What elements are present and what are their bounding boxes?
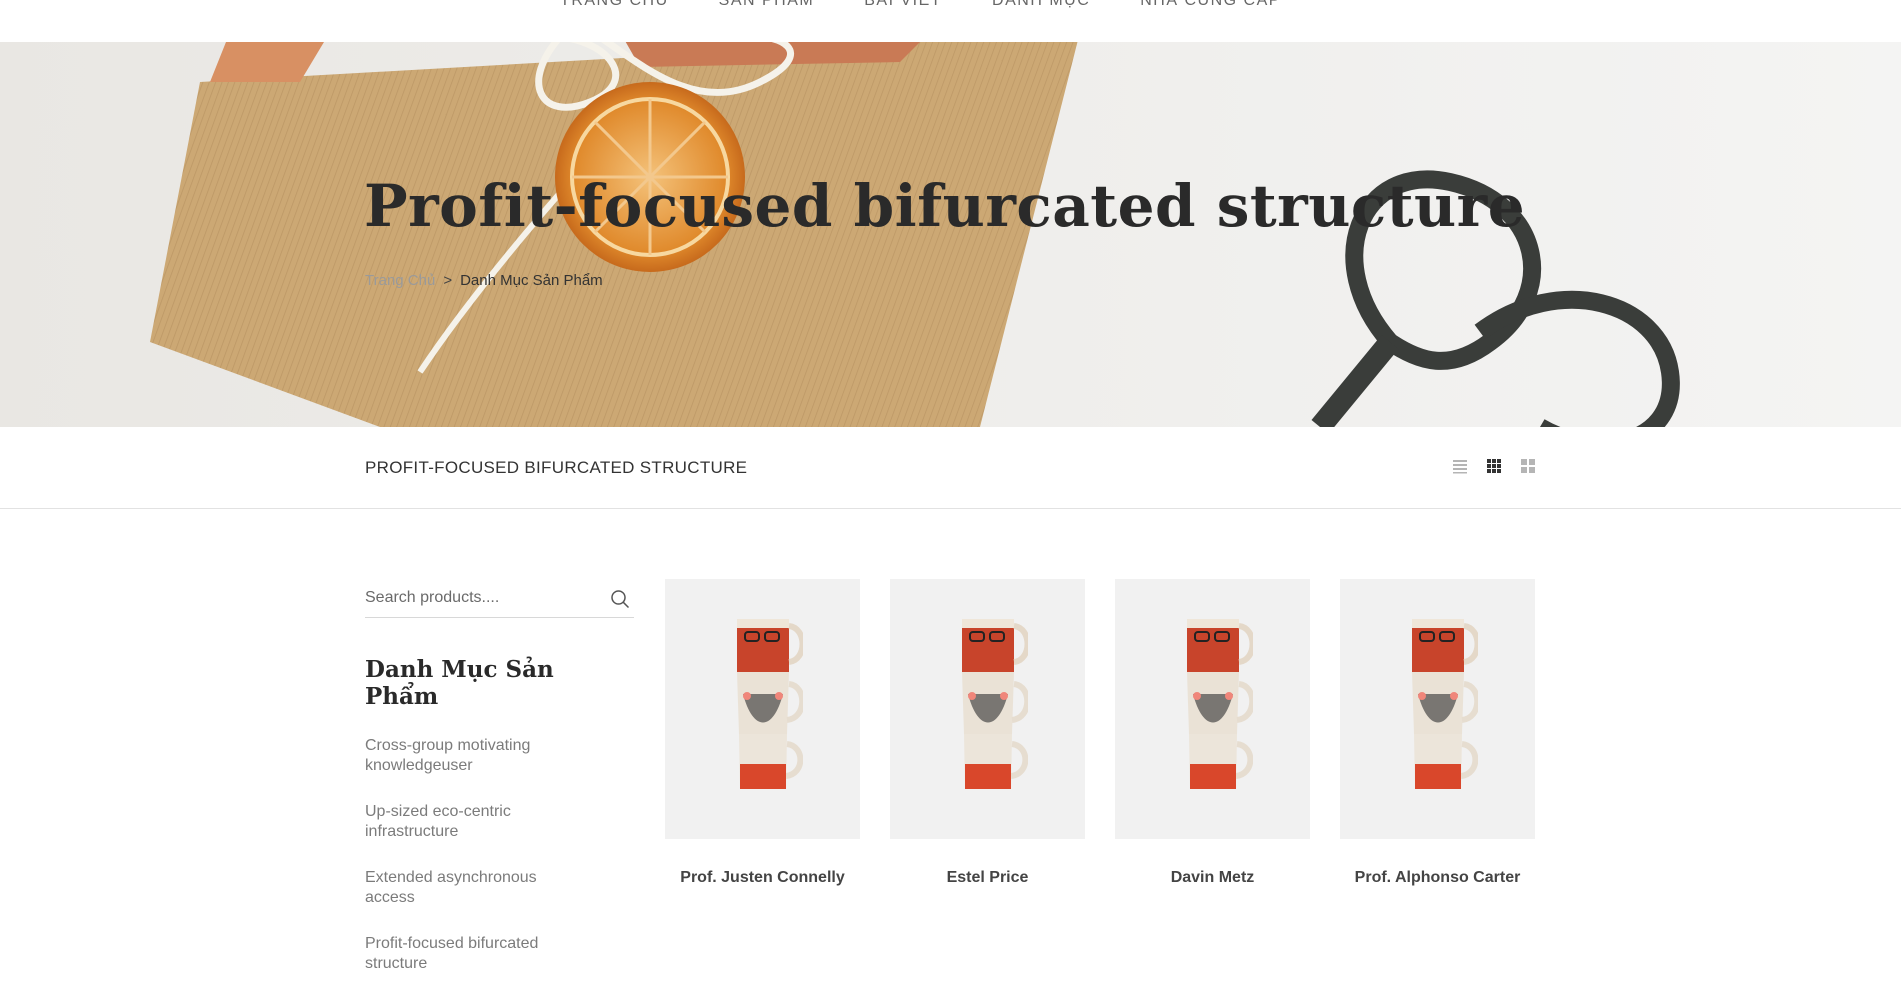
product-image[interactable] xyxy=(665,579,860,839)
nav-item-san-pham[interactable]: SẢN PHẨM xyxy=(719,0,815,34)
mug-stack-image xyxy=(1186,619,1253,789)
nav-item-bai-viet[interactable]: BÀI VIẾT xyxy=(864,0,942,34)
product-card[interactable]: Estel Price xyxy=(890,579,1085,887)
product-name[interactable]: Prof. Alphonso Carter xyxy=(1340,869,1535,887)
search-input[interactable] xyxy=(365,580,595,616)
search-icon[interactable] xyxy=(610,589,630,609)
category-list: Cross-group motivating knowledgeuser Up-… xyxy=(365,736,634,974)
product-card[interactable]: Davin Metz xyxy=(1115,579,1310,887)
category-item[interactable]: Up-sized eco-centric infrastructure xyxy=(365,802,585,842)
list-view-icon[interactable] xyxy=(1452,458,1468,474)
product-grid: Prof. Justen Connelly Estel Price Davin … xyxy=(665,579,1535,887)
product-image[interactable] xyxy=(1340,579,1535,839)
product-name[interactable]: Estel Price xyxy=(890,869,1085,887)
nav-menu: TRANG CHỦ SẢN PHẨM BÀI VIẾT DANH MỤC NHÀ… xyxy=(560,0,1281,34)
sidebar: Danh Mục Sản Phẩm Cross-group motivating… xyxy=(365,580,634,1000)
nav-item-danh-muc[interactable]: DANH MỤC xyxy=(992,0,1090,34)
mug-stack-image xyxy=(736,619,803,789)
hero-banner: Profit-focused bifurcated structure Tran… xyxy=(0,42,1901,427)
category-item[interactable]: Cross-group motivating knowledgeuser xyxy=(365,736,585,776)
product-card[interactable]: Prof. Justen Connelly xyxy=(665,579,860,887)
nav-item-nha-cung-cap[interactable]: NHÀ CUNG CẤP xyxy=(1140,0,1281,34)
mug-stack-image xyxy=(1411,619,1478,789)
breadcrumb-home-link[interactable]: Trang Chủ xyxy=(365,272,435,289)
category-toolbar: PROFIT-FOCUSED BIFURCATED STRUCTURE xyxy=(0,427,1901,509)
product-image[interactable] xyxy=(890,579,1085,839)
product-search xyxy=(365,580,634,618)
large-grid-view-icon[interactable] xyxy=(1520,458,1536,474)
product-name[interactable]: Davin Metz xyxy=(1115,869,1310,887)
mug-stack-image xyxy=(961,619,1028,789)
nav-item-trang-chu[interactable]: TRANG CHỦ xyxy=(560,0,669,34)
top-navigation: TRANG CHỦ SẢN PHẨM BÀI VIẾT DANH MỤC NHÀ… xyxy=(0,0,1901,42)
view-switcher xyxy=(1452,458,1536,474)
breadcrumb: Trang Chủ > Danh Mục Sản Phẩm xyxy=(365,272,603,289)
category-item[interactable]: Profit-focused bifurcated structure xyxy=(365,934,585,974)
category-item[interactable]: Extended asynchronous access xyxy=(365,868,585,908)
product-card[interactable]: Prof. Alphonso Carter xyxy=(1340,579,1535,887)
grid-view-icon[interactable] xyxy=(1486,458,1502,474)
breadcrumb-current: Danh Mục Sản Phẩm xyxy=(460,272,603,289)
breadcrumb-separator: > xyxy=(443,272,453,289)
category-heading: PROFIT-FOCUSED BIFURCATED STRUCTURE xyxy=(365,458,748,477)
product-name[interactable]: Prof. Justen Connelly xyxy=(665,869,860,887)
category-list-title: Danh Mục Sản Phẩm xyxy=(365,656,554,710)
product-image[interactable] xyxy=(1115,579,1310,839)
page-title: Profit-focused bifurcated structure xyxy=(364,172,1526,240)
